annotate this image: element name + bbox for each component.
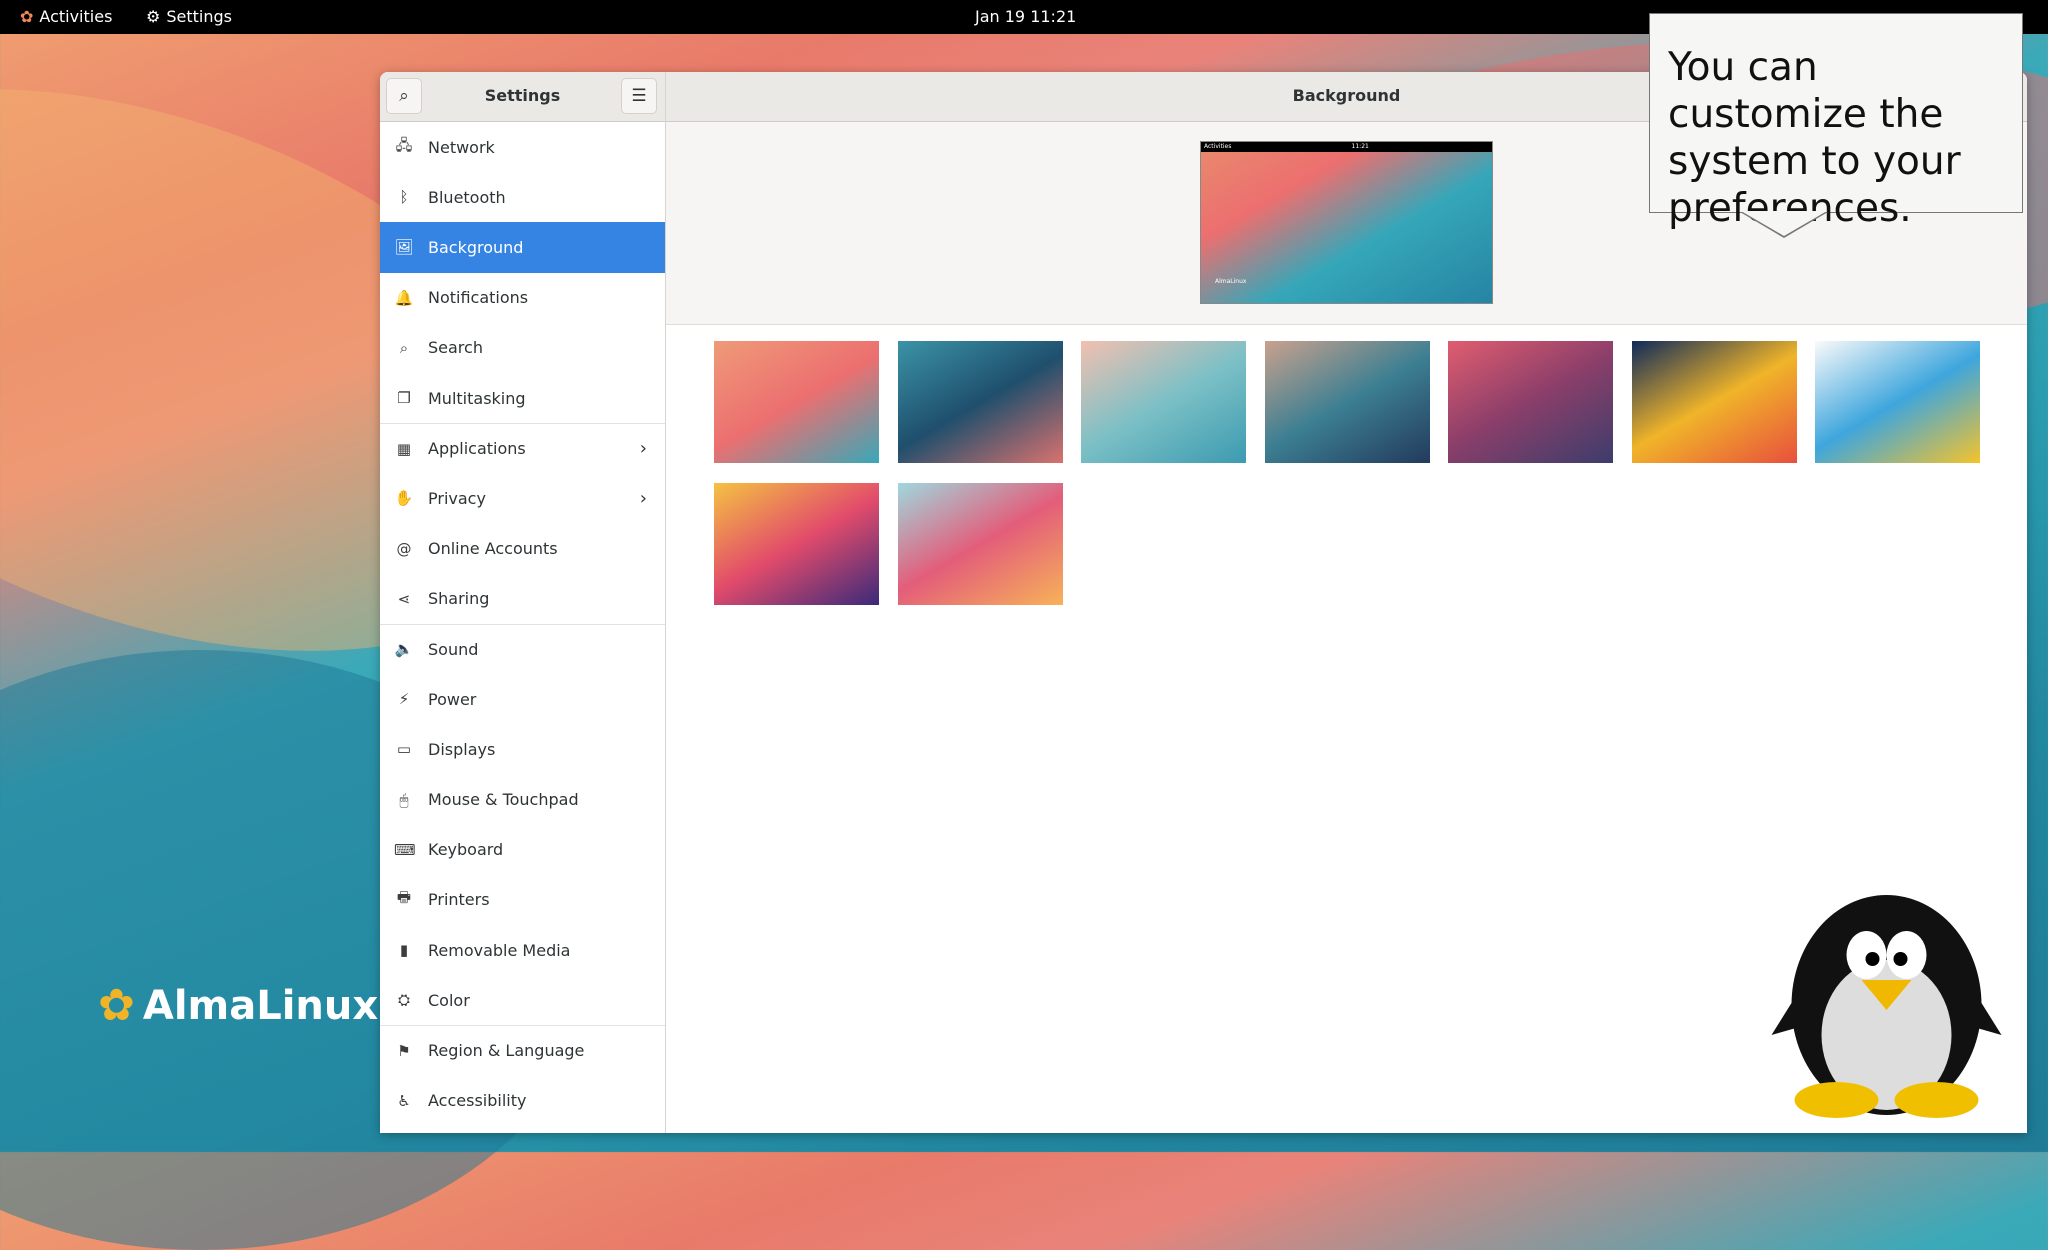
wallpaper-thumbnail[interactable] [1081, 341, 1246, 463]
printer-icon: 🖶 [396, 888, 412, 907]
sidebar-item-online-accounts[interactable]: @ Online Accounts [380, 524, 665, 574]
logo-text: AlmaLinux [142, 982, 379, 1029]
preview-brand: AlmaLinux [1215, 278, 1247, 285]
sidebar-header: ⌕ Settings ☰ [380, 72, 665, 122]
grid-icon: ▦ [396, 439, 412, 458]
wallpaper-thumbnail[interactable] [1631, 341, 1797, 463]
gear-icon: ⚙ [146, 7, 161, 26]
almalinux-logo: ✿ AlmaLinux [98, 980, 378, 1031]
sidebar-item-label: Power [428, 689, 477, 709]
sidebar-item-mouse-touchpad[interactable]: 🖱 Mouse & Touchpad [380, 774, 665, 824]
sidebar-item-label: Online Accounts [428, 539, 558, 559]
chevron-right-icon: › [639, 438, 647, 460]
at-icon: @ [396, 539, 412, 558]
wallpaper-thumbnail[interactable] [714, 483, 879, 605]
sidebar-item-label: Applications [428, 439, 526, 459]
wallpaper-thumbnail[interactable] [1264, 341, 1430, 463]
tux-penguin-icon [1771, 895, 2002, 1118]
sidebar-item-label: Network [428, 137, 495, 157]
color-icon: ⛭ [397, 991, 410, 1010]
speaker-icon: 🔈 [394, 640, 414, 659]
network-icon: 🖧 [395, 135, 413, 154]
preview-activities: Activities [1204, 143, 1232, 150]
sidebar-item-label: Multitasking [428, 388, 526, 408]
sidebar-item-removable-media[interactable]: ▮ Removable Media [380, 925, 665, 975]
sidebar-item-displays[interactable]: ▭ Displays [380, 724, 665, 774]
sidebar-item-network[interactable]: 🖧 Network [380, 122, 665, 172]
media-icon: ▮ [399, 941, 409, 960]
clock[interactable]: Jan 19 11:21 [975, 7, 1076, 26]
almalinux-icon: ✿ [20, 7, 34, 26]
sidebar-item-label: Printers [428, 890, 490, 910]
sidebar-item-sharing[interactable]: ⋖ Sharing [380, 574, 665, 624]
tooltip-text: You can customize the system to your pre… [1668, 45, 1961, 231]
sidebar-item-power[interactable]: ⚡ Power [380, 674, 665, 724]
chevron-right-icon: › [639, 487, 647, 509]
sidebar-item-printers[interactable]: 🖶 Printers [380, 875, 665, 925]
wallpaper-thumbnail[interactable] [897, 483, 1063, 605]
sidebar-item-label: Bluetooth [428, 187, 506, 207]
sidebar-item-label: Mouse & Touchpad [428, 790, 579, 810]
wallpaper-thumbnail[interactable] [897, 341, 1063, 463]
sidebar-item-label: Accessibility [428, 1091, 527, 1111]
activities-button[interactable]: ✿ Activities [20, 7, 112, 26]
sidebar-item-privacy[interactable]: ✋ Privacy › [380, 473, 665, 523]
sidebar-item-applications[interactable]: ▦ Applications › [380, 423, 665, 473]
wallpaper-thumbnail[interactable] [1815, 341, 1980, 463]
search-icon: ⌕ [399, 338, 409, 357]
sidebar-item-bluetooth[interactable]: ᛒ Bluetooth [380, 172, 665, 222]
sidebar-item-label: Privacy [428, 488, 486, 508]
multitasking-icon: ❐ [397, 389, 411, 408]
keyboard-icon: ⌨ [394, 840, 416, 859]
sidebar-item-accessibility[interactable]: ♿ Accessibility [380, 1076, 665, 1126]
accessibility-icon: ♿ [397, 1091, 411, 1110]
power-icon: ⚡ [398, 690, 410, 709]
display-icon: ▭ [396, 740, 412, 759]
sidebar: ⌕ Settings ☰ 🖧 Network ᛒ Bluetooth 🖼 Backgrou… [380, 72, 666, 1133]
sidebar-item-label: Region & Language [428, 1041, 585, 1061]
callout-tooltip: You can customize the system to your pre… [1649, 13, 2023, 238]
sidebar-item-label: Sharing [428, 589, 490, 609]
sidebar-item-label: Sound [428, 639, 479, 659]
hamburger-icon: ☰ [631, 86, 647, 106]
sidebar-item-sound[interactable]: 🔈 Sound [380, 623, 665, 674]
flag-icon: ⚑ [397, 1041, 411, 1060]
sidebar-list: 🖧 Network ᛒ Bluetooth 🖼 Background 🔔 Notificati… [380, 122, 665, 1126]
sidebar-item-keyboard[interactable]: ⌨ Keyboard [380, 825, 665, 875]
sidebar-item-color[interactable]: ⛭ Color [380, 975, 665, 1025]
preview-topbar: Activities 11:21 [1201, 142, 1492, 152]
share-icon: ⋖ [397, 589, 411, 608]
sidebar-item-label: Background [428, 237, 524, 257]
app-menu-button[interactable]: ⚙ Settings [146, 7, 232, 26]
current-background-preview: Activities 11:21 AlmaLinux [1200, 141, 1493, 304]
almalinux-flower-icon: ✿ [98, 980, 135, 1031]
menu-button[interactable]: ☰ [621, 78, 657, 114]
hand-icon: ✋ [394, 489, 414, 508]
preview-clock: 11:21 [1351, 143, 1369, 150]
sidebar-item-label: Displays [428, 739, 496, 759]
image-icon: 🖼 [394, 238, 414, 257]
wallpaper-thumbnail[interactable] [1448, 341, 1613, 463]
sidebar-item-label: Search [428, 338, 483, 358]
wallpaper-thumbnail[interactable] [714, 341, 879, 463]
sidebar-item-label: Keyboard [428, 840, 504, 860]
activities-label: Activities [39, 7, 113, 26]
sidebar-item-notifications[interactable]: 🔔 Notifications [380, 273, 665, 323]
mouse-icon: 🖱 [399, 790, 409, 809]
sidebar-item-label: Notifications [428, 288, 529, 308]
sidebar-item-label: Removable Media [428, 940, 571, 960]
app-menu-label: Settings [166, 7, 232, 26]
sidebar-item-label: Color [428, 990, 470, 1010]
sidebar-item-search[interactable]: ⌕ Search [380, 323, 665, 373]
bluetooth-icon: ᛒ [399, 188, 409, 207]
sidebar-item-background[interactable]: 🖼 Background [380, 222, 665, 273]
sidebar-item-region-language[interactable]: ⚑ Region & Language [380, 1025, 665, 1075]
bell-icon: 🔔 [394, 288, 414, 307]
sidebar-item-multitasking[interactable]: ❐ Multitasking [380, 373, 665, 423]
